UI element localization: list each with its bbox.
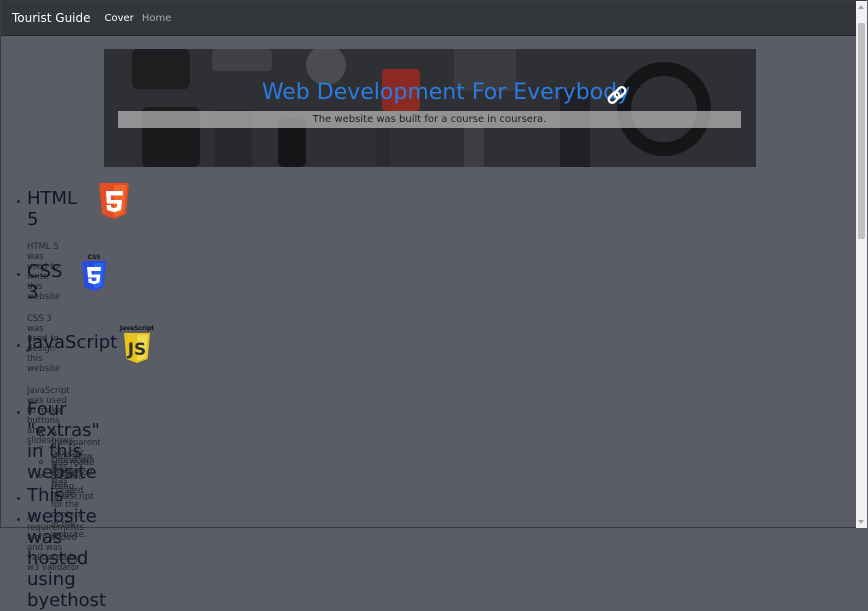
sub-list-bullet <box>39 446 43 450</box>
sub-list-bullet <box>39 474 43 478</box>
navbar: Tourist Guide Cover Home <box>1 1 856 36</box>
svg-text:CSS: CSS <box>88 254 101 261</box>
list-bullet <box>17 273 20 276</box>
javascript-icon: JavaScript JS <box>119 325 154 363</box>
nav-link-cover[interactable]: Cover <box>105 13 134 24</box>
navbar-brand[interactable]: Tourist Guide <box>12 11 91 25</box>
scroll-up-icon[interactable] <box>858 5 864 9</box>
banner-subtitle: The website was built for a course in co… <box>118 111 741 128</box>
banner-title: Web Development For Everybody <box>261 80 631 105</box>
section-title-css3: CSS 3 <box>27 261 63 303</box>
list-bullet <box>17 200 20 203</box>
list-bullet <box>17 518 20 521</box>
scrollbar[interactable] <box>856 1 867 528</box>
list-bullet <box>17 411 20 414</box>
hosting-note: All requirements were added and was vali… <box>27 513 84 573</box>
css3-icon: CSS <box>82 254 106 291</box>
list-bullet <box>17 497 20 500</box>
scroll-down-icon[interactable] <box>858 520 864 524</box>
svg-text:JavaScript: JavaScript <box>119 325 154 332</box>
list-bullet <box>17 344 20 347</box>
sub-list-bullet <box>39 460 43 464</box>
section-title-javascript: JavaScript <box>27 332 118 353</box>
sub-list-bullet <box>39 432 43 436</box>
banner-background-image <box>104 49 756 167</box>
nav-link-home[interactable]: Home <box>142 13 172 24</box>
link-icon <box>607 86 627 104</box>
svg-text:JS: JS <box>127 340 147 360</box>
scroll-thumb[interactable] <box>858 23 865 239</box>
hero-banner: Web Development For Everybody The websit… <box>104 49 756 167</box>
html5-icon <box>99 183 129 219</box>
section-title-html5: HTML 5 <box>27 188 78 230</box>
